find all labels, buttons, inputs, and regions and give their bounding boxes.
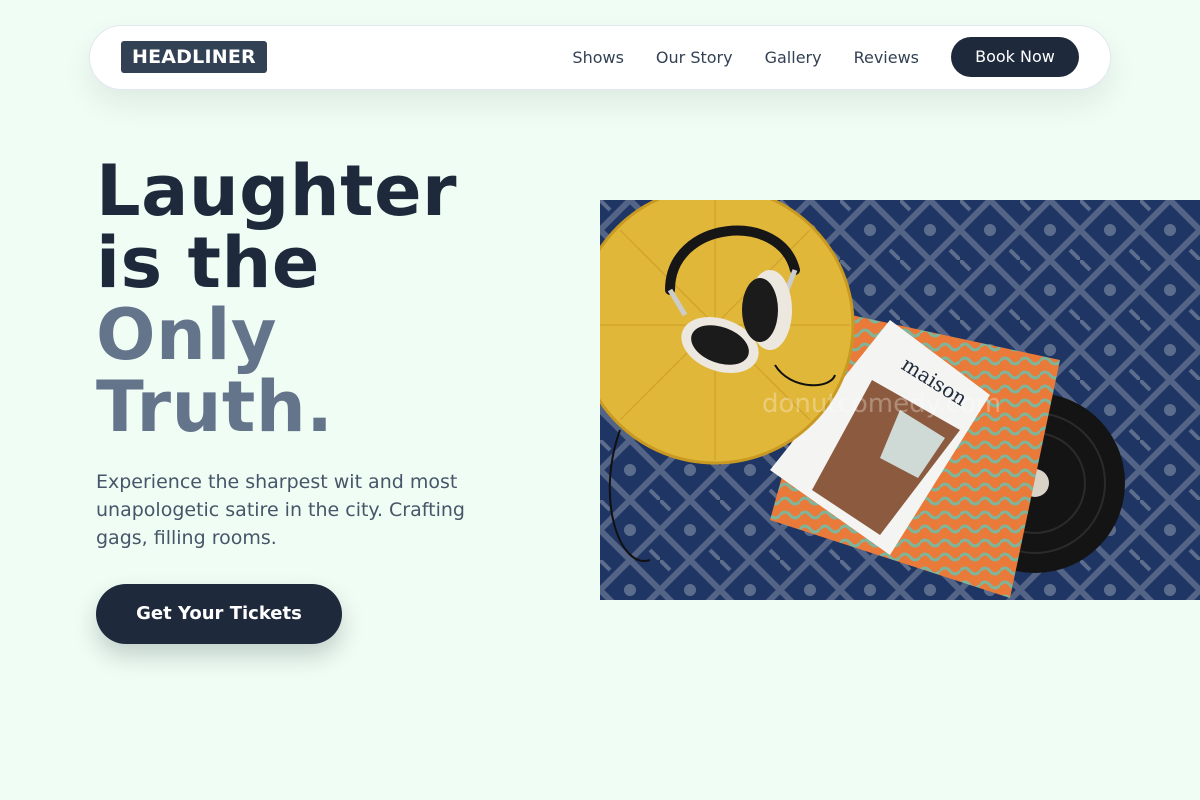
hero-title-line-2: is the [96, 222, 320, 304]
hero-title-line-1: Laughter [96, 150, 458, 232]
navbar: HEADLINER Shows Our Story Gallery Review… [89, 25, 1111, 90]
hero-title: Laughter is the Only Truth. [96, 155, 457, 443]
book-now-button[interactable]: Book Now [951, 37, 1079, 77]
hero-subtitle: Experience the sharpest wit and most una… [96, 471, 465, 549]
hero-title-line-4: Truth. [96, 366, 334, 448]
hero-photo: maison donutcomedy.com [600, 200, 1200, 600]
logo[interactable]: HEADLINER [121, 41, 267, 73]
nav-links: Shows Our Story Gallery Reviews [572, 26, 919, 89]
nav-link-reviews[interactable]: Reviews [854, 48, 919, 67]
nav-link-gallery[interactable]: Gallery [765, 48, 822, 67]
get-tickets-button[interactable]: Get Your Tickets [96, 584, 342, 644]
nav-link-shows[interactable]: Shows [572, 48, 624, 67]
nav-link-our-story[interactable]: Our Story [656, 48, 733, 67]
hero-image: maison donutcomedy.com [600, 200, 1200, 600]
svg-text:donutcomedy.com: donutcomedy.com [762, 389, 1001, 419]
hero-title-line-3: Only [96, 294, 277, 376]
